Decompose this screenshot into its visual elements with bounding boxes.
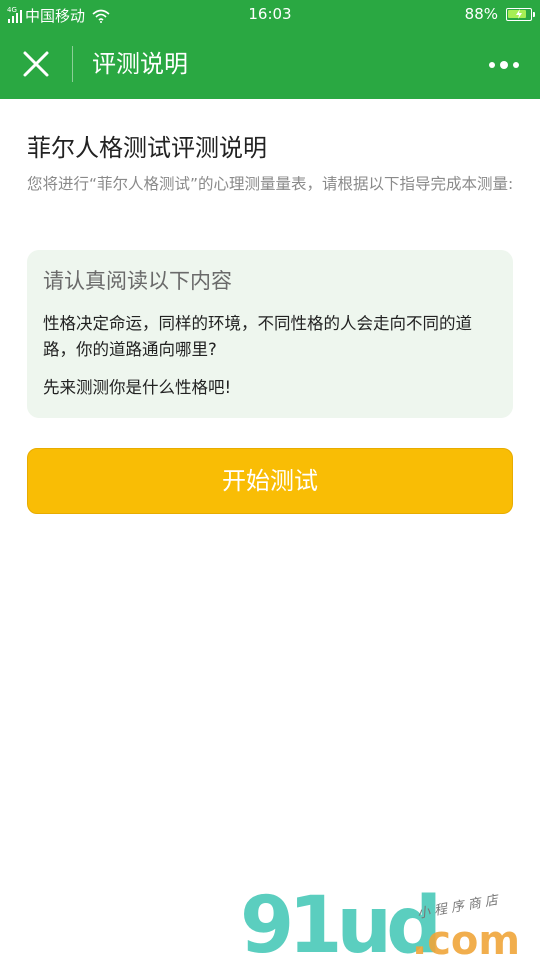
- nav-divider: [72, 46, 73, 82]
- notice-paragraph: 先来测测你是什么性格吧!: [43, 378, 232, 397]
- status-time: 16:03: [248, 5, 292, 23]
- more-dots-icon: [489, 62, 495, 68]
- more-dots-icon-right: [513, 62, 519, 68]
- more-button[interactable]: [484, 52, 524, 78]
- svg-text:.com: .com: [412, 918, 520, 960]
- intro-text: 您将进行“菲尔人格测试”的心理测量量表，请根据以下指导完成本测量:: [27, 175, 514, 193]
- status-bar: 4G 中国移动 16:03 88%: [0, 0, 540, 30]
- status-right: 88%: [464, 5, 535, 23]
- notice-paragraph: 性格决定命运，同样的环境，不同性格的人会走向不同的道路，你的道路通向哪里?: [43, 314, 472, 359]
- notice-card: 请认真阅读以下内容 性格决定命运，同样的环境，不同性格的人会走向不同的道路，你的…: [27, 250, 513, 418]
- battery-icon: [506, 7, 535, 21]
- nav-bar: 评测说明: [0, 30, 540, 99]
- start-test-button[interactable]: 开始测试: [27, 448, 513, 514]
- nav-title: 评测说明: [92, 50, 188, 78]
- close-icon: [23, 51, 49, 77]
- charging-bolt-icon: [516, 8, 522, 19]
- more-dots-icon-center: [500, 61, 508, 69]
- notice-title: 请认真阅读以下内容: [43, 269, 232, 293]
- svg-text:91ud: 91ud: [240, 881, 436, 960]
- notice-body: 性格决定命运，同样的环境，不同性格的人会走向不同的道路，你的道路通向哪里? 先来…: [43, 311, 499, 401]
- close-button[interactable]: [16, 44, 56, 84]
- page-title: 菲尔人格测试评测说明: [27, 134, 267, 162]
- watermark-logo: 91ud .com 小 程 序 商 店: [240, 881, 520, 960]
- battery-percent: 88%: [464, 5, 498, 23]
